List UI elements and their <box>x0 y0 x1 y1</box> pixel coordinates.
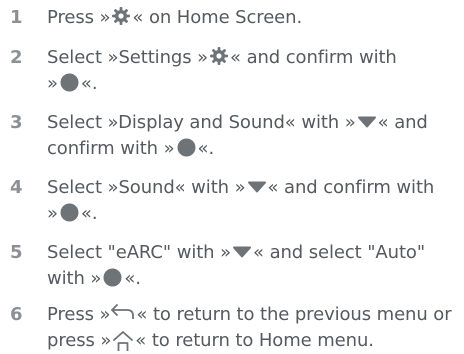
instruction-steps: 1 Press » « on Home Screen. 2 Select »Set… <box>0 0 464 354</box>
chevron-down-icon <box>233 246 252 258</box>
step-text-segment: « and confirm with <box>230 47 397 68</box>
step-text-segment: Select »Display and Sound« with » <box>47 112 356 133</box>
step-text-segment: «. <box>80 73 98 94</box>
ok-dot-icon <box>60 73 79 92</box>
ok-dot-icon <box>60 203 79 222</box>
step-text-segment: Press » <box>47 304 111 325</box>
step-text-segment: « to return to Home menu. <box>135 330 374 351</box>
step-number: 4 <box>10 177 23 198</box>
home-icon <box>112 330 134 352</box>
step-text-segment: » <box>47 203 58 224</box>
ok-dot-icon <box>177 138 196 157</box>
step-text: Select »Sound« with » « and confirm with … <box>47 175 459 227</box>
step-text-segment: « on Home Screen. <box>132 7 303 28</box>
step-text-segment: Press » <box>47 7 111 28</box>
step-text-segment: » <box>47 73 58 94</box>
step-text-segment: «. <box>80 203 98 224</box>
step-text-segment: «. <box>124 268 141 289</box>
step-text: Press » « to return to the previous menu … <box>47 302 459 354</box>
step-text-segment: with » <box>47 268 102 289</box>
step-text-segment: « and <box>377 112 428 133</box>
gear-icon <box>209 46 229 66</box>
ok-dot-icon <box>103 268 122 287</box>
back-arrow-icon <box>110 303 136 319</box>
step-text: Select »Display and Sound« with » « and c… <box>47 110 459 162</box>
step-text-segment: « to return to the previous menu or <box>136 304 452 325</box>
step-text-segment: Select »Settings » <box>47 47 209 68</box>
step-text-segment: « and confirm with <box>267 177 435 198</box>
step-text: Select "eARC" with » « and select "Auto" … <box>47 240 459 292</box>
step-text-segment: Select "eARC" with » <box>47 242 232 263</box>
step-number: 5 <box>10 242 23 263</box>
step-number: 3 <box>10 112 23 133</box>
step-number: 1 <box>10 7 23 28</box>
step-text-segment: « and select "Auto" <box>253 242 426 263</box>
chevron-down-icon <box>357 116 376 128</box>
step-text-segment: press » <box>47 330 112 351</box>
chevron-down-icon <box>247 181 266 193</box>
step-text-segment: «. <box>197 138 215 159</box>
step-number: 6 <box>10 304 23 325</box>
step-number: 2 <box>10 47 23 68</box>
gear-icon <box>111 6 131 26</box>
step-text: Select »Settings » « and confirm with » «. <box>47 45 459 97</box>
step-text-segment: Select »Sound« with » <box>47 177 246 198</box>
step-text: Press » « on Home Screen. <box>47 5 459 31</box>
step-text-segment: confirm with » <box>47 138 175 159</box>
